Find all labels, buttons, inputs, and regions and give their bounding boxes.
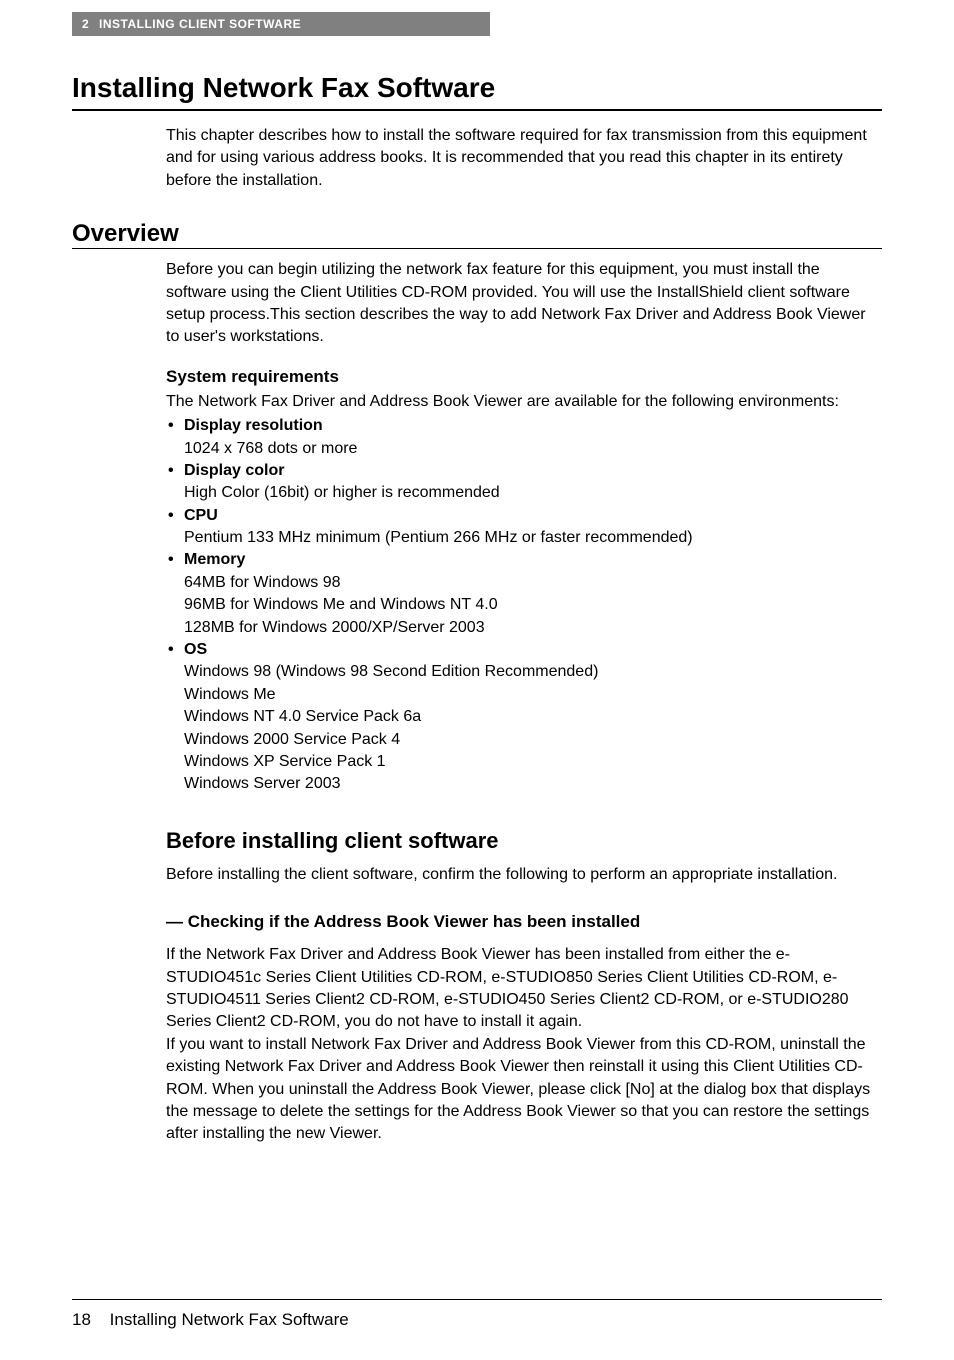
requirement-desc: Windows 98 (Windows 98 Second Edition Re… xyxy=(184,661,882,795)
bullet-icon: • xyxy=(168,549,174,571)
check-heading: — Checking if the Address Book Viewer ha… xyxy=(166,912,882,932)
requirement-desc: 1024 x 768 dots or more xyxy=(184,438,882,460)
list-item: • OS Windows 98 (Windows 98 Second Editi… xyxy=(166,639,882,796)
footer-title: Installing Network Fax Software xyxy=(110,1310,349,1329)
bullet-icon: • xyxy=(168,505,174,527)
requirement-label: Display color xyxy=(184,462,284,479)
requirements-list: • Display resolution 1024 x 768 dots or … xyxy=(166,415,882,796)
page-number: 18 xyxy=(72,1310,91,1330)
overview-body: Before you can begin utilizing the netwo… xyxy=(166,259,882,349)
before-install-body: Before installing the client software, c… xyxy=(166,864,882,886)
intro-paragraph: This chapter describes how to install th… xyxy=(166,125,882,192)
requirement-desc: Pentium 133 MHz minimum (Pentium 266 MHz… xyxy=(184,527,882,549)
list-item: • Memory 64MB for Windows 9896MB for Win… xyxy=(166,549,882,639)
chapter-number: 2 xyxy=(82,17,89,31)
requirement-label: OS xyxy=(184,641,207,658)
chapter-header: 2 INSTALLING CLIENT SOFTWARE xyxy=(72,12,490,36)
page-footer: 18 Installing Network Fax Software xyxy=(72,1299,882,1330)
list-item: • CPU Pentium 133 MHz minimum (Pentium 2… xyxy=(166,505,882,550)
bullet-icon: • xyxy=(168,460,174,482)
system-requirements-heading: System requirements xyxy=(166,367,882,387)
page-content: Installing Network Fax Software This cha… xyxy=(0,72,954,1146)
chapter-title: INSTALLING CLIENT SOFTWARE xyxy=(99,17,301,31)
bullet-icon: • xyxy=(168,415,174,437)
page-title: Installing Network Fax Software xyxy=(72,72,882,111)
requirement-label: Display resolution xyxy=(184,417,323,434)
system-requirements-intro: The Network Fax Driver and Address Book … xyxy=(166,391,882,413)
list-item: • Display color High Color (16bit) or hi… xyxy=(166,460,882,505)
check-body: If the Network Fax Driver and Address Bo… xyxy=(166,944,882,1146)
requirement-label: Memory xyxy=(184,551,245,568)
requirement-label: CPU xyxy=(184,507,218,524)
list-item: • Display resolution 1024 x 768 dots or … xyxy=(166,415,882,460)
bullet-icon: • xyxy=(168,639,174,661)
requirement-desc: 64MB for Windows 9896MB for Windows Me a… xyxy=(184,572,882,639)
requirement-desc: High Color (16bit) or higher is recommen… xyxy=(184,482,882,504)
overview-heading: Overview xyxy=(72,220,882,249)
before-install-heading: Before installing client software xyxy=(166,828,882,854)
